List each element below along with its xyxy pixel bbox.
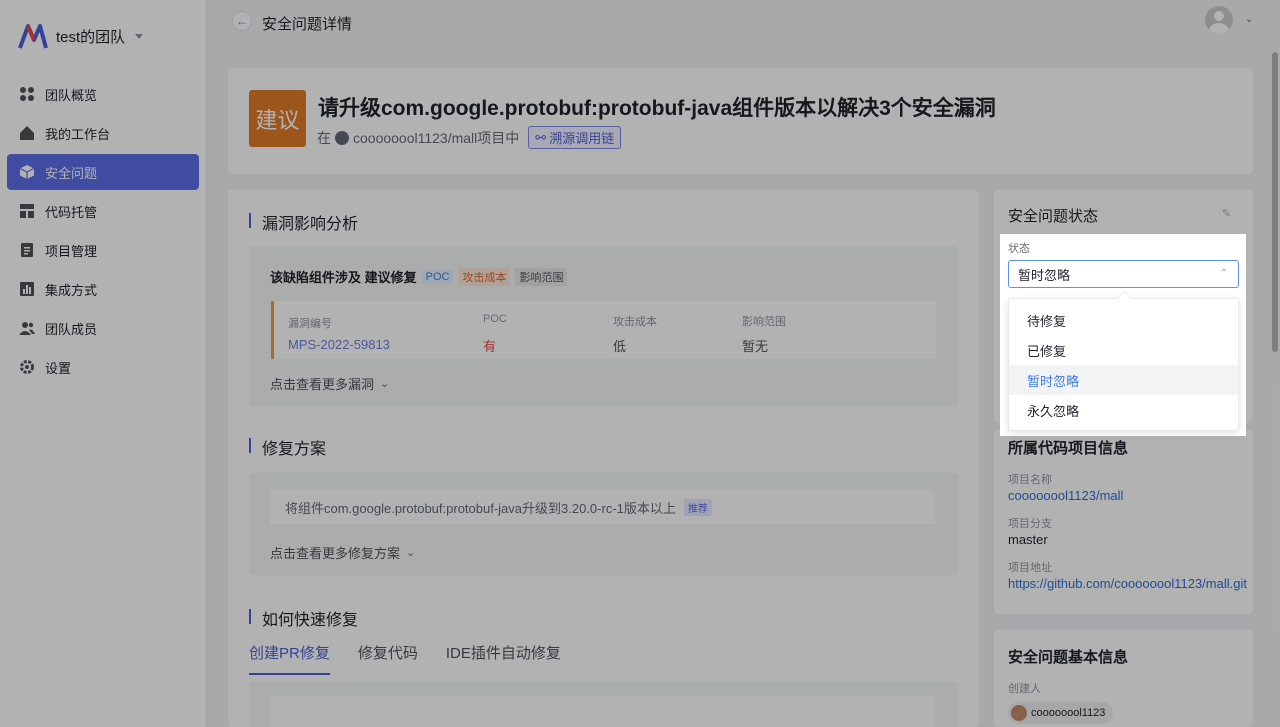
- status-selected-value: 暂时忽略: [1018, 267, 1071, 283]
- status-editor: 状态 暂时忽略 ⌃ 待修复 已修复 暂时忽略 永久忽略: [1000, 234, 1246, 436]
- status-select[interactable]: 暂时忽略 ⌃: [1008, 260, 1239, 288]
- status-option-pending[interactable]: 待修复: [1009, 305, 1238, 335]
- status-option-fixed[interactable]: 已修复: [1009, 335, 1238, 365]
- status-dropdown: 待修复 已修复 暂时忽略 永久忽略: [1008, 298, 1239, 431]
- status-option-ignore-temp[interactable]: 暂时忽略: [1009, 365, 1238, 395]
- status-label: 状态: [1008, 243, 1030, 255]
- scrollbar[interactable]: [1272, 52, 1278, 352]
- status-option-ignore-permanent[interactable]: 永久忽略: [1009, 395, 1238, 425]
- chevron-up-icon: ⌃: [1219, 268, 1228, 279]
